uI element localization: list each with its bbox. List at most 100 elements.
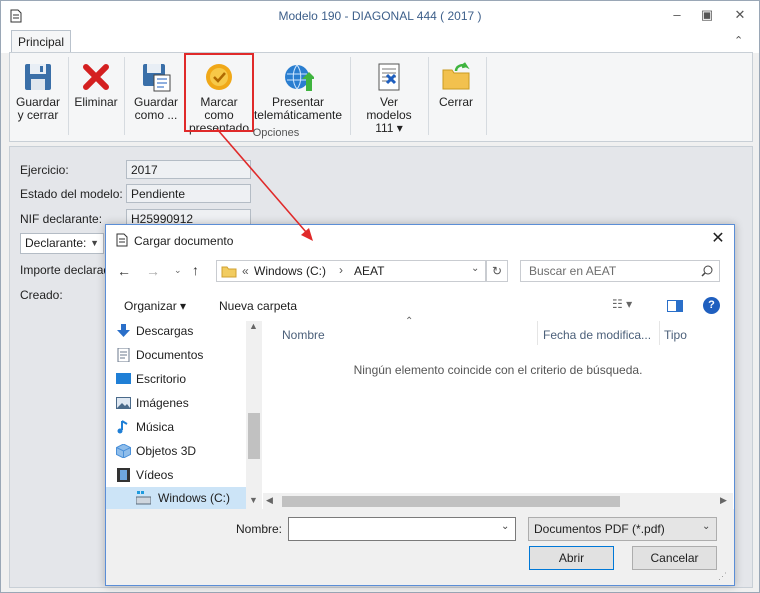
save-close-button[interactable]: Guardar y cerrar — [14, 61, 62, 122]
ribbon-label: como ... — [134, 108, 178, 122]
ribbon-group-label: Opciones — [252, 127, 300, 139]
creado-label: Creado: — [20, 288, 63, 302]
search-icon — [701, 265, 713, 277]
declarante-select[interactable]: Declarante: ▼ — [20, 233, 104, 254]
nav-item-escritorio[interactable]: Escritorio — [116, 368, 186, 390]
delete-button[interactable]: Eliminar — [72, 61, 120, 109]
estado-field[interactable]: Pendiente — [126, 184, 251, 203]
breadcrumb-drive[interactable]: Windows (C:) — [254, 264, 326, 278]
nav-item-label: Música — [136, 420, 175, 434]
column-divider — [537, 321, 538, 345]
window-title: Modelo 190 - DIAGONAL 444 ( 2017 ) — [278, 9, 482, 23]
ribbon: Guardar y cerrar Eliminar Guardar como .… — [9, 52, 753, 142]
estado-label: Estado del modelo: — [20, 187, 123, 201]
nav-item-objetos-3d[interactable]: Objetos 3D — [116, 440, 196, 462]
filename-input[interactable]: ⌄ — [288, 517, 516, 541]
ribbon-label: Guardar — [133, 95, 179, 109]
open-button[interactable]: Abrir — [529, 546, 614, 570]
nav-item-label: Vídeos — [136, 468, 174, 482]
ejercicio-label: Ejercicio: — [20, 163, 69, 177]
view-models-111-button[interactable]: Ver modelos 111 ▾ — [356, 61, 422, 135]
importe-label: Importe declarado — [20, 263, 117, 277]
nav-item-windows-c[interactable]: Windows (C:) — [106, 487, 246, 509]
recent-dropdown-icon[interactable]: ⌄ — [174, 265, 182, 276]
dropdown-arrow-icon: ▼ — [90, 238, 99, 248]
dialog-title: Cargar documento — [134, 234, 234, 248]
submit-online-button[interactable]: Presentar telemáticamente — [250, 61, 346, 122]
globe-upload-icon — [285, 64, 314, 91]
command-bar: Organizar ▾ Nueva carpeta ☷ ▾ ? — [106, 291, 734, 321]
preview-pane-icon[interactable] — [667, 300, 683, 312]
documents-icon — [117, 348, 130, 362]
cancel-button[interactable]: Cancelar — [632, 546, 717, 570]
chevron-up-icon[interactable]: ⌃ — [734, 34, 743, 47]
scroll-up-icon[interactable]: ▲ — [249, 321, 258, 331]
resize-grip-icon[interactable]: ⋰ — [718, 571, 727, 582]
ribbon-label: Guardar — [15, 95, 61, 109]
desktop-icon — [116, 373, 131, 384]
floppy-disk-icon — [25, 64, 51, 90]
highlight-box — [184, 53, 254, 132]
music-note-icon — [117, 420, 128, 434]
close-icon[interactable]: ✕ — [732, 7, 748, 23]
nav-scroll-thumb[interactable] — [248, 413, 260, 459]
save-as-button[interactable]: Guardar como ... — [130, 61, 182, 122]
nav-item-imagenes[interactable]: Imágenes — [116, 392, 189, 414]
sort-ascending-icon: ⌃ — [405, 316, 414, 327]
ribbon-separator — [350, 57, 351, 135]
forward-arrow-icon[interactable]: → — [146, 263, 160, 279]
dialog-close-icon[interactable]: ✕ — [708, 229, 728, 249]
ribbon-separator — [486, 57, 487, 135]
up-arrow-icon[interactable]: ↑ — [192, 262, 199, 278]
filetype-value: Documentos PDF (*.pdf) — [534, 522, 665, 536]
filetype-select[interactable]: Documentos PDF (*.pdf) ⌄ — [528, 517, 717, 541]
pictures-icon — [116, 397, 131, 409]
nav-item-descargas[interactable]: Descargas — [117, 320, 194, 342]
dialog-footer: Nombre: ⌄ Documentos PDF (*.pdf) ⌄ Abrir… — [106, 509, 734, 585]
search-input[interactable]: Buscar en AEAT — [520, 260, 720, 282]
scroll-down-icon[interactable]: ▼ — [249, 495, 258, 505]
organize-menu[interactable]: Organizar ▾ — [124, 299, 186, 313]
address-dropdown-icon[interactable]: ⌄ — [471, 263, 479, 274]
tab-principal[interactable]: Principal — [11, 30, 71, 53]
help-icon[interactable]: ? — [703, 297, 720, 314]
scroll-left-icon[interactable]: ◀ — [266, 495, 273, 506]
breadcrumb-overflow[interactable]: « — [242, 264, 249, 278]
column-nombre[interactable]: Nombre — [282, 328, 325, 342]
close-button[interactable]: Cerrar — [432, 61, 480, 109]
nav-item-documentos[interactable]: Documentos — [117, 344, 203, 366]
column-tipo[interactable]: Tipo — [664, 328, 687, 342]
nav-item-musica[interactable]: Música — [117, 416, 175, 438]
dialog-document-icon — [116, 233, 128, 247]
column-divider — [659, 321, 660, 345]
nav-item-label: Descargas — [136, 324, 194, 338]
minimize-icon[interactable]: – — [669, 7, 685, 23]
filename-dropdown-icon[interactable]: ⌄ — [501, 521, 509, 532]
h-scroll-thumb[interactable] — [282, 496, 620, 507]
declarante-select-label: Declarante: — [25, 236, 87, 250]
address-bar[interactable]: « Windows (C:) › AEAT ⌄ — [216, 260, 486, 282]
breadcrumb-chevron-icon: › — [339, 263, 343, 277]
nav-scrollbar[interactable]: ▲ ▼ — [246, 321, 262, 509]
empty-message: Ningún elemento coincide con el criterio… — [353, 363, 643, 377]
document-form-icon — [378, 63, 400, 91]
ribbon-separator — [428, 57, 429, 135]
back-arrow-icon[interactable]: ← — [117, 263, 131, 279]
cube-3d-icon — [116, 444, 131, 458]
scroll-right-icon[interactable]: ▶ — [720, 495, 727, 506]
breadcrumb-aeat[interactable]: AEAT — [354, 264, 384, 278]
file-hscrollbar[interactable]: ◀ ▶ — [263, 493, 733, 509]
new-folder-button[interactable]: Nueva carpeta — [219, 299, 297, 313]
view-options-icon[interactable]: ☷ ▾ — [612, 297, 632, 311]
ribbon-separator — [68, 57, 69, 135]
column-fecha[interactable]: Fecha de modifica... — [543, 328, 651, 342]
drive-icon — [136, 491, 151, 505]
save-as-icon — [143, 64, 171, 92]
ribbon-label: telemáticamente — [253, 108, 343, 122]
load-document-dialog: Cargar documento ✕ ← → ⌄ ↑ « Windows (C:… — [105, 224, 735, 586]
ejercicio-field[interactable]: 2017 — [126, 160, 251, 179]
refresh-icon[interactable]: ↻ — [486, 260, 508, 282]
ribbon-label: Cerrar — [438, 95, 473, 109]
restore-icon[interactable]: ▣ — [699, 7, 715, 23]
nav-item-videos[interactable]: Vídeos — [117, 464, 174, 486]
